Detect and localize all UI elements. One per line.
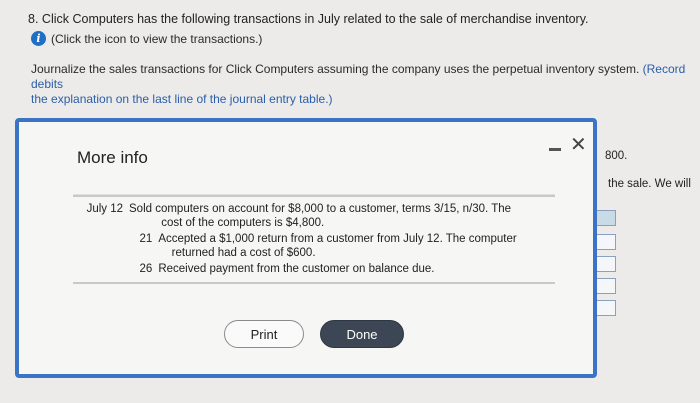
info-link-text: (Click the icon to view the transactions… bbox=[51, 31, 263, 46]
background-cell bbox=[596, 234, 616, 250]
transaction-item: July 12 Sold computers on account for $8… bbox=[73, 203, 555, 230]
transaction-item: 21 Accepted a $1,000 return from a custo… bbox=[73, 233, 555, 260]
transaction-text: cost of the computers is $4,800. bbox=[161, 217, 325, 229]
info-icon[interactable]: i bbox=[31, 31, 46, 46]
divider bbox=[73, 194, 555, 197]
transaction-text: Sold computers on account for $8,000 to … bbox=[129, 203, 512, 215]
question-text: 8. Click Computers has the following tra… bbox=[28, 12, 589, 26]
more-info-dialog: More info ✕ July 12 Sold computers on ac… bbox=[15, 118, 597, 378]
background-cell bbox=[596, 300, 616, 316]
instructions-line1: Journalize the sales transactions for Cl… bbox=[31, 62, 640, 76]
transaction-text: Accepted a $1,000 return from a customer… bbox=[158, 233, 517, 245]
transaction-text: returned had a cost of $600. bbox=[171, 247, 316, 259]
transaction-date: 26 bbox=[139, 263, 153, 275]
close-icon[interactable]: ✕ bbox=[570, 132, 587, 156]
dialog-title: More info bbox=[77, 148, 148, 167]
info-link[interactable]: i (Click the icon to view the transactio… bbox=[31, 31, 262, 46]
divider bbox=[73, 282, 555, 284]
question-body: Click Computers has the following transa… bbox=[41, 12, 589, 26]
question-number: 8. bbox=[28, 12, 39, 26]
background-cell bbox=[596, 278, 616, 294]
done-button[interactable]: Done bbox=[320, 320, 404, 348]
background-text: the sale. We will bbox=[608, 178, 691, 190]
transaction-item: 26 Received payment from the customer on… bbox=[73, 263, 555, 276]
transaction-date: 21 bbox=[139, 233, 153, 245]
transactions-panel: July 12 Sold computers on account for $8… bbox=[73, 194, 555, 284]
transaction-text: Received payment from the customer on ba… bbox=[158, 263, 435, 275]
transaction-date: July 12 bbox=[86, 203, 123, 215]
background-cell bbox=[596, 256, 616, 272]
print-button[interactable]: Print bbox=[224, 320, 304, 348]
background-cell bbox=[596, 210, 616, 226]
minimize-icon[interactable] bbox=[549, 148, 561, 151]
instructions: Journalize the sales transactions for Cl… bbox=[31, 62, 700, 107]
instructions-line2: the explanation on the last line of the … bbox=[31, 92, 333, 106]
background-value: 800. bbox=[605, 150, 628, 162]
